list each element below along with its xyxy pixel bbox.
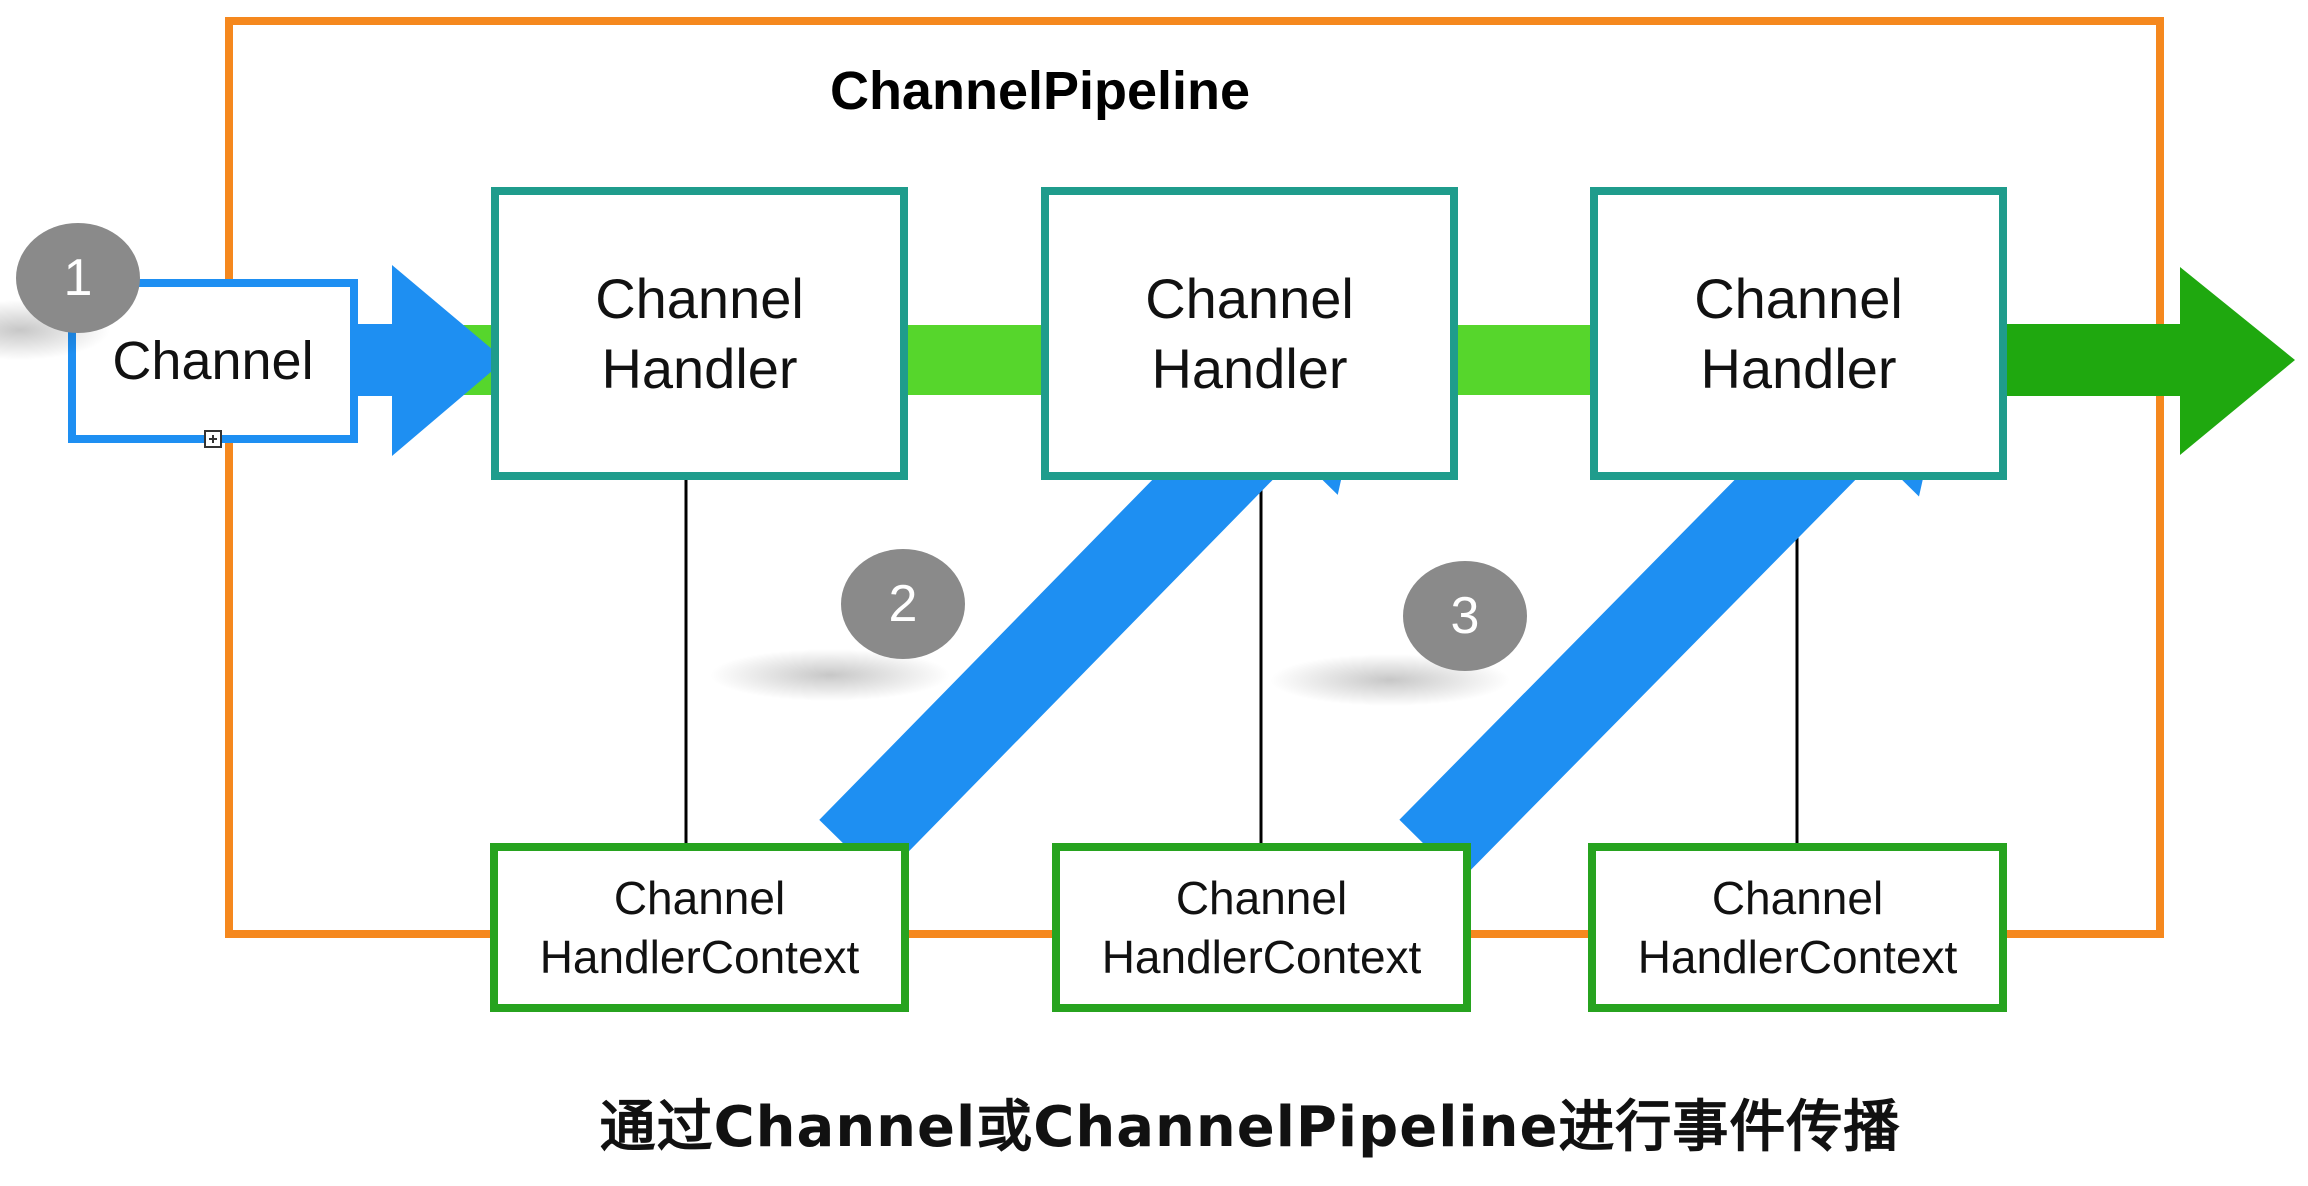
channel-text: Channel: [112, 330, 314, 391]
green-connector-2: [1455, 325, 1595, 395]
context-2-line1: Channel: [1711, 871, 1884, 924]
output-arrow: [2003, 267, 2295, 455]
handler-label-2: Channel Handler: [1594, 191, 2003, 476]
handler-2-line2: Handler: [1700, 336, 1897, 400]
diagram-canvas: ChannelPipeline Channel Channel Handler …: [0, 0, 2308, 1186]
context-1-line2: HandlerContext: [1101, 930, 1422, 983]
handler-1-line2: Handler: [1151, 336, 1348, 400]
handler-label-1: Channel Handler: [1045, 191, 1454, 476]
handler-2-line1: Channel: [1694, 266, 1903, 330]
step-number-1: 1: [63, 249, 93, 307]
diagram-caption: 通过Channel或ChannelPipeline进行事件传播: [599, 1094, 1901, 1160]
context-2-line2: HandlerContext: [1637, 930, 1958, 983]
context-label-0: Channel HandlerContext: [494, 847, 905, 1008]
pipeline-title: ChannelPipeline: [829, 61, 1251, 121]
context-label-1: Channel HandlerContext: [1056, 847, 1467, 1008]
context-1-line1: Channel: [1175, 871, 1348, 924]
context-label-2: Channel HandlerContext: [1592, 847, 2003, 1008]
channel-input-arrow: [354, 265, 505, 456]
step-number-2: 2: [888, 575, 918, 633]
diagram-graphics: [0, 17, 2295, 1012]
handler-label-0: Channel Handler: [495, 191, 904, 476]
context-0-line2: HandlerContext: [539, 930, 860, 983]
handler-1-line1: Channel: [1145, 266, 1354, 330]
green-connector-1: [905, 325, 1045, 395]
handler-0-line2: Handler: [601, 336, 798, 400]
step-number-3: 3: [1450, 587, 1480, 645]
context-0-line1: Channel: [613, 871, 786, 924]
handler-0-line1: Channel: [595, 266, 804, 330]
